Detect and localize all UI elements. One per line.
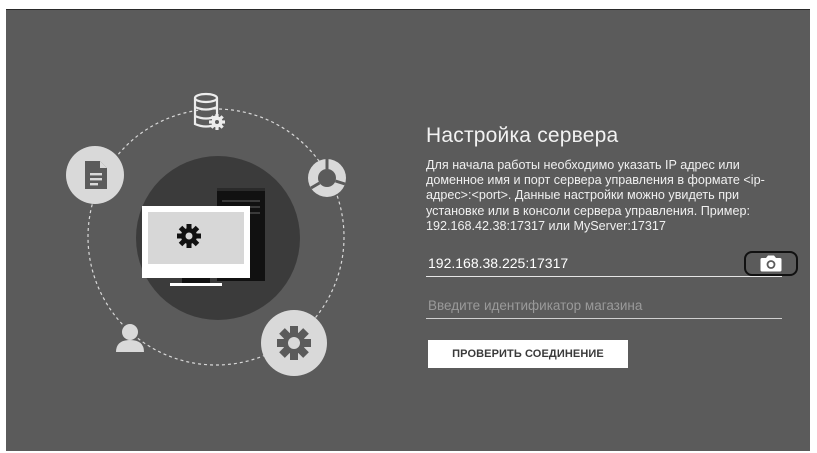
store-id-placeholder: Введите идентификатор магазина bbox=[428, 298, 643, 313]
server-setup-screen: Настройка сервера Для начала работы необ… bbox=[6, 9, 810, 451]
page-title: Настройка сервера bbox=[426, 124, 619, 147]
camera-icon bbox=[760, 255, 782, 272]
server-illustration bbox=[66, 92, 346, 376]
check-connection-button[interactable]: ПРОВЕРИТЬ СОЕДИНЕНИЕ bbox=[428, 340, 628, 368]
database-gear-icon bbox=[193, 92, 225, 130]
server-settings-panel: Настройка сервера Для начала работы необ… bbox=[426, 124, 798, 368]
gear-icon bbox=[261, 310, 327, 376]
server-address-value[interactable]: 192.168.38.225:17317 bbox=[428, 255, 568, 271]
instructions-text: Для начала работы необходимо указать IP … bbox=[426, 158, 765, 233]
store-id-field[interactable]: Введите идентификатор магазина bbox=[426, 292, 782, 319]
server-address-field[interactable]: 192.168.38.225:17317 bbox=[426, 250, 798, 277]
scan-qr-button[interactable] bbox=[744, 251, 798, 276]
document-icon bbox=[66, 146, 124, 204]
user-icon bbox=[116, 324, 144, 352]
pie-chart-icon bbox=[308, 159, 346, 197]
